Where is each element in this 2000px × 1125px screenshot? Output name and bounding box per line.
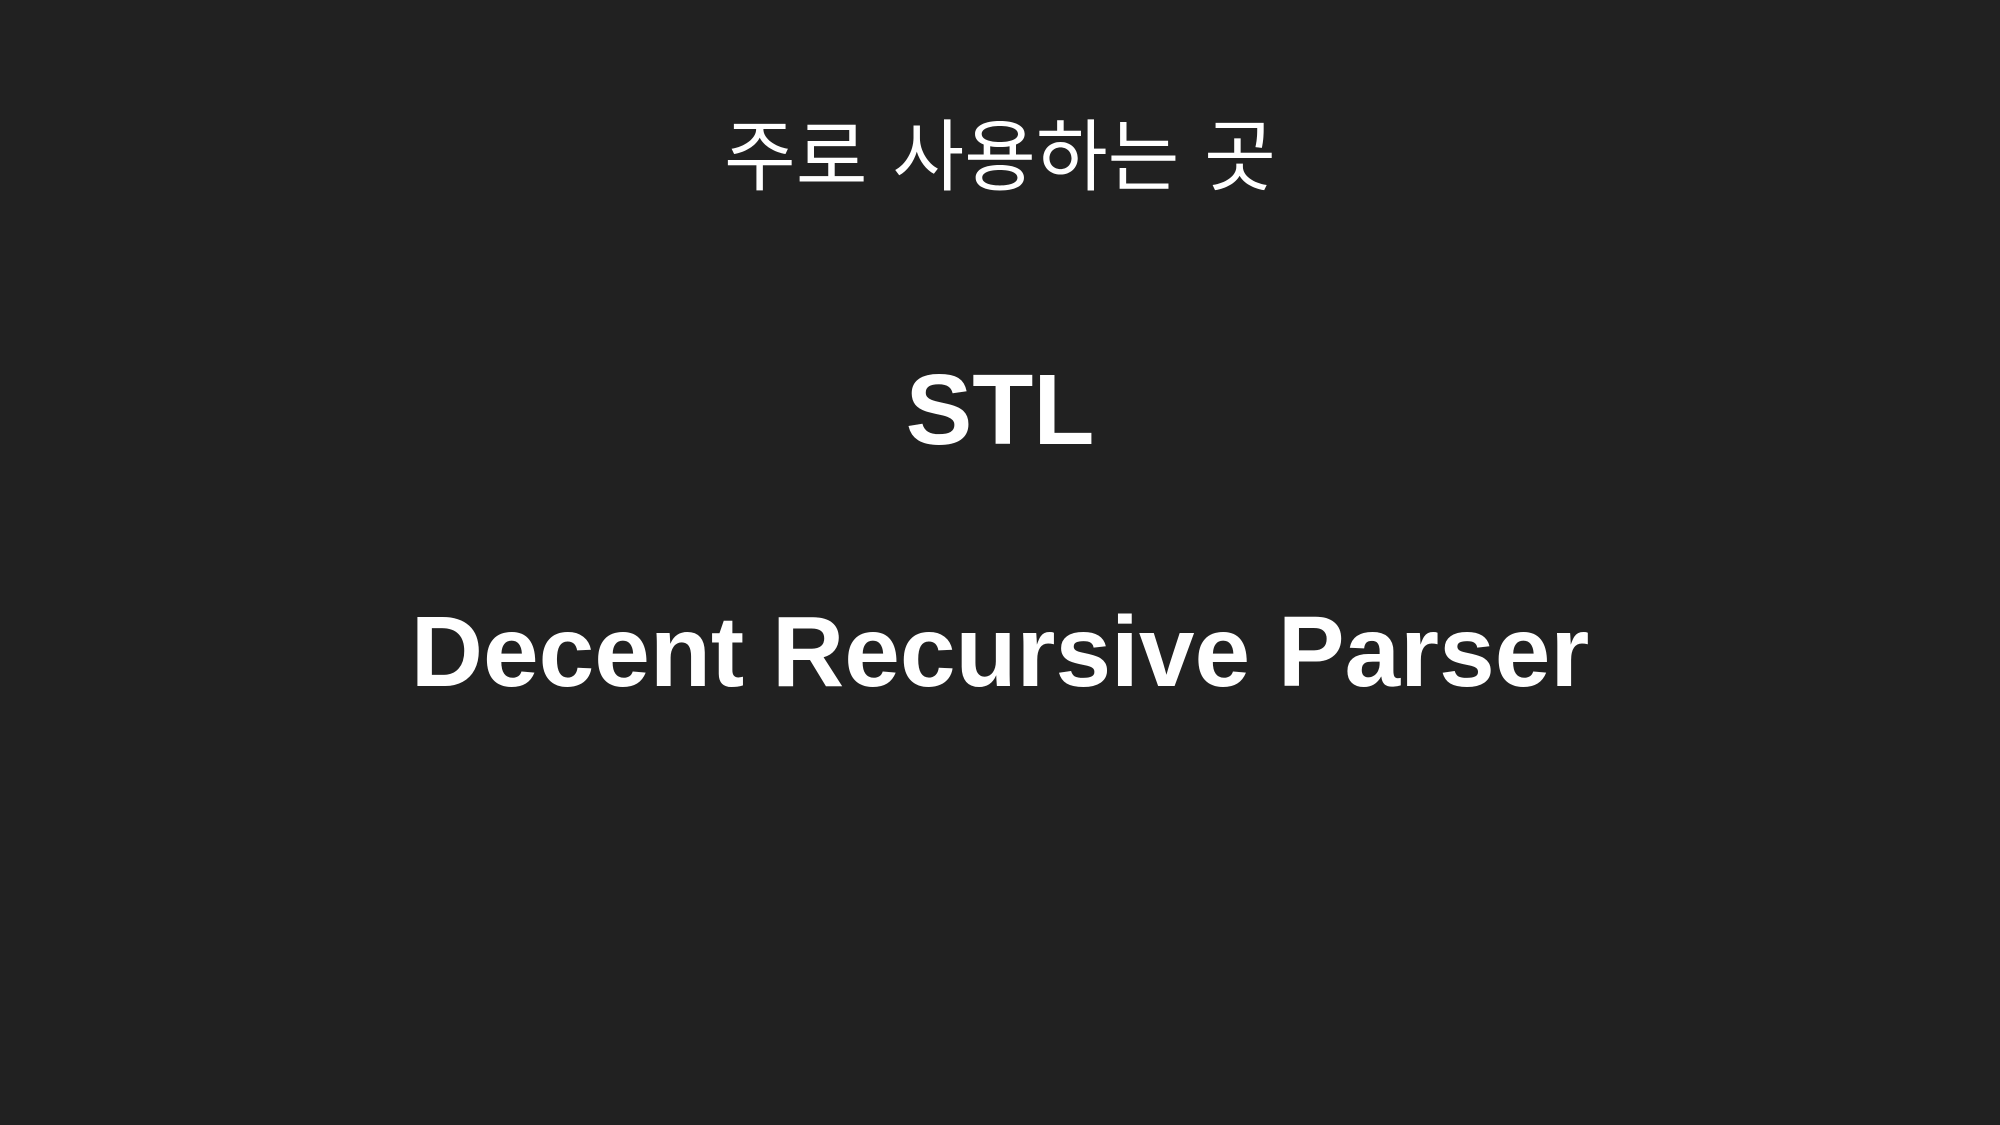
slide-heading: 주로 사용하는 곳 xyxy=(724,113,1276,203)
slide: 주로 사용하는 곳 STL Decent Recursive Parser xyxy=(0,0,2000,1125)
slide-item-stl: STL xyxy=(905,354,1095,466)
slide-item-parser: Decent Recursive Parser xyxy=(410,596,1590,708)
